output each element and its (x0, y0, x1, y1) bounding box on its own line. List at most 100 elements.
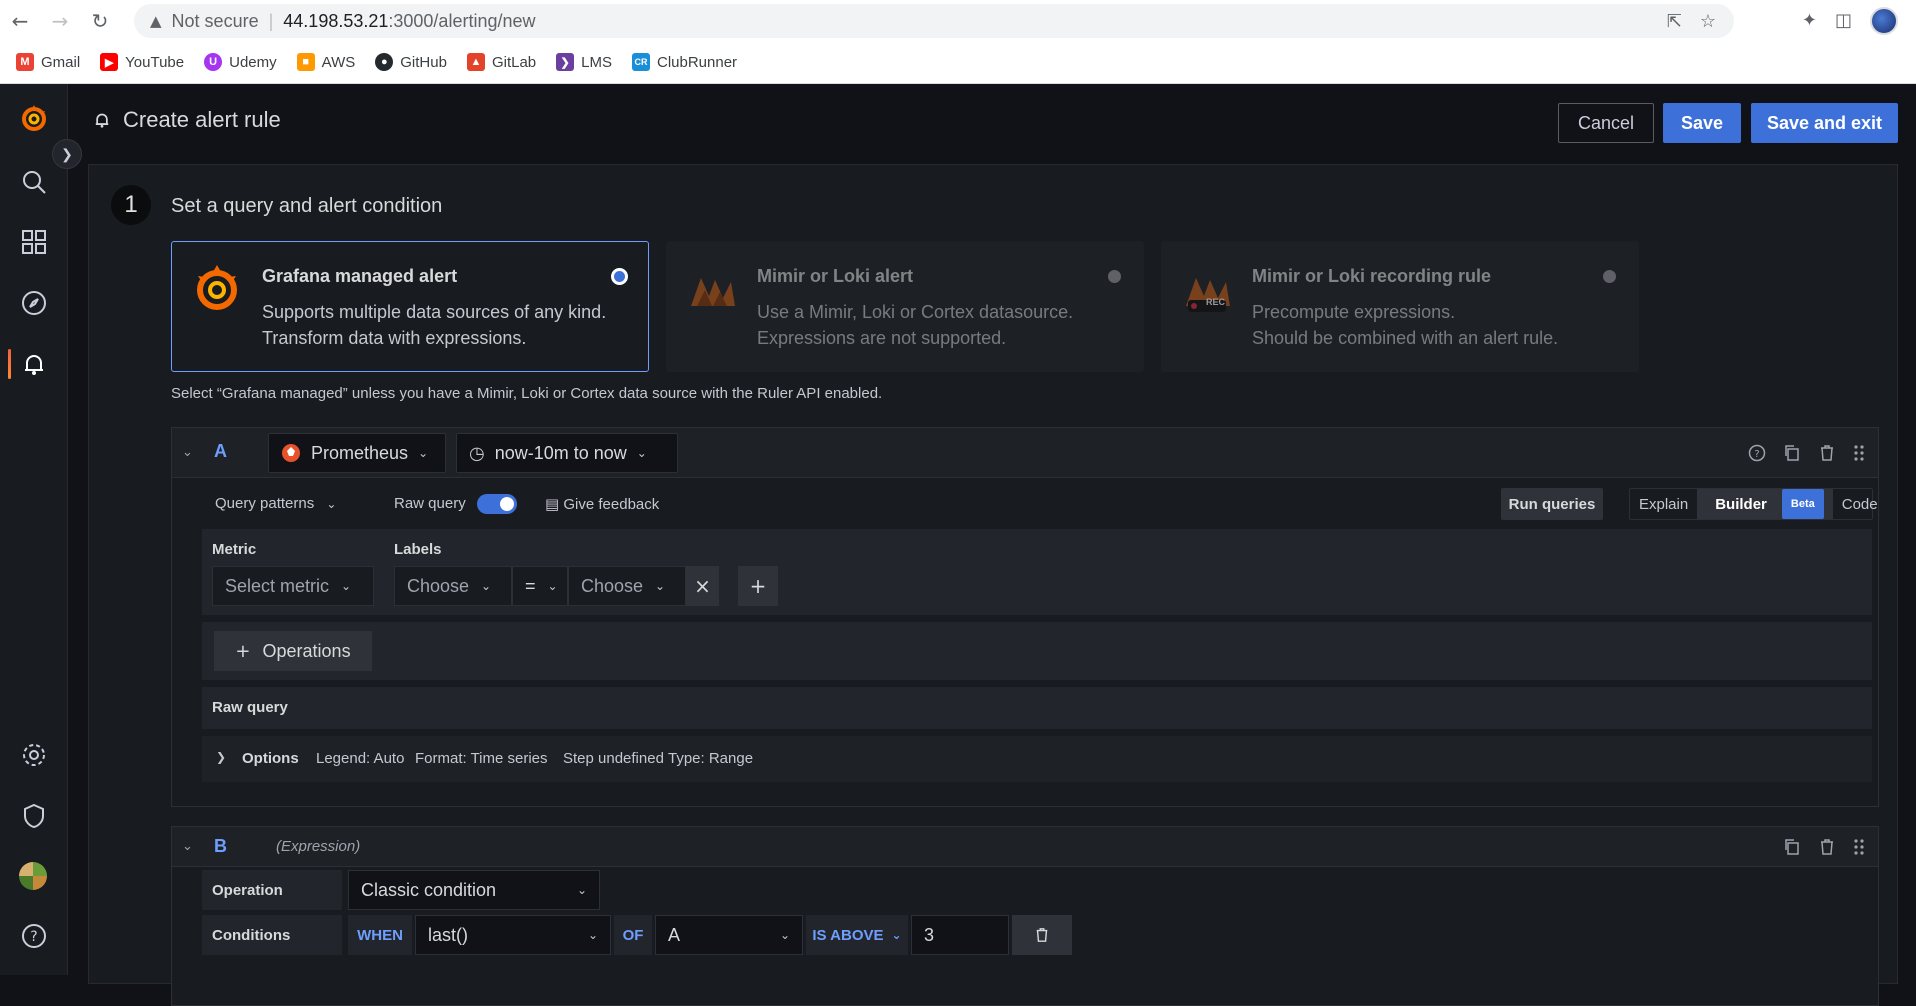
grafana-logo-icon[interactable] (18, 102, 50, 134)
drag-handle-icon[interactable] (1847, 441, 1871, 465)
cancel-button[interactable]: Cancel (1558, 103, 1654, 143)
gmail-icon: M (16, 53, 34, 71)
radio-unselected[interactable] (1106, 268, 1123, 285)
query-patterns-dropdown[interactable]: Query patterns ⌄ (215, 495, 336, 512)
bookmark-aws[interactable]: ■ AWS (296, 53, 355, 71)
label-value-placeholder: Choose (581, 575, 644, 596)
card-desc-line: Supports multiple data sources of any ki… (262, 302, 607, 322)
dashboards-icon[interactable] (18, 226, 50, 258)
expand-menu-chevron-icon[interactable]: ❯ (52, 139, 82, 169)
trash-icon[interactable] (1815, 441, 1839, 465)
bookmark-clubrunner[interactable]: CR ClubRunner (632, 53, 737, 71)
card-description: Supports multiple data sources of any ki… (262, 299, 606, 351)
remove-label-close-icon[interactable]: × (686, 566, 719, 606)
save-and-exit-button[interactable]: Save and exit (1751, 103, 1898, 143)
mimir-logo-icon (691, 278, 735, 306)
builder-mode-tab[interactable]: Builder Beta (1697, 489, 1833, 519)
forward-arrow-icon[interactable]: → (40, 0, 80, 41)
options-row[interactable]: ❯ Options Legend: Auto Format: Time seri… (202, 736, 1872, 782)
explain-toggle[interactable]: Explain (1630, 489, 1697, 519)
label-operator-select[interactable]: = ⌄ (512, 566, 568, 606)
label-name-select[interactable]: Choose ⌄ (394, 566, 512, 606)
metric-labels-panel: Metric Labels Select metric ⌄ Choose ⌄ = ⌄ … (202, 529, 1872, 615)
datasource-hint: Select “Grafana managed” unless you have… (171, 385, 883, 402)
grafana-managed-card[interactable]: Grafana managed alert Supports multiple … (171, 241, 649, 372)
mimir-loki-alert-card[interactable]: Mimir or Loki alert Use a Mimir, Loki or… (666, 241, 1144, 372)
reducer-select[interactable]: last() ⌄ (415, 915, 611, 955)
side-menu: ? (0, 84, 68, 975)
bookmark-github[interactable]: ● GitHub (375, 53, 447, 71)
collapse-chevron-icon[interactable]: ⌄ (182, 445, 193, 460)
bookmark-star-icon[interactable]: ☆ (1700, 11, 1716, 32)
label-value-select[interactable]: Choose ⌄ (568, 566, 686, 606)
share-icon[interactable]: ⇱ (1667, 11, 1682, 32)
radio-selected[interactable] (611, 268, 628, 285)
chevron-right-icon: ❯ (216, 750, 227, 764)
when-keyword: WHEN (348, 915, 412, 955)
operation-select[interactable]: Classic condition ⌄ (348, 870, 600, 910)
gitlab-icon: ▲ (466, 53, 485, 71)
evaluator-select[interactable]: IS ABOVE ⌄ (806, 915, 908, 955)
mimir-loki-recording-rule-card[interactable]: REC Mimir or Loki recording rule Precomp… (1161, 241, 1639, 372)
trash-icon[interactable] (1815, 835, 1839, 859)
chevron-down-icon: ⌄ (418, 446, 429, 460)
chevron-down-icon: ⌄ (481, 579, 492, 593)
youtube-icon: ▶ (100, 53, 119, 71)
back-arrow-icon[interactable]: ← (0, 0, 40, 41)
help-icon[interactable]: ? (1745, 441, 1769, 465)
operation-value: Classic condition (361, 879, 497, 900)
search-icon[interactable] (18, 166, 50, 198)
expression-tag: (Expression) (276, 838, 361, 855)
alerting-bell-icon[interactable] (18, 348, 50, 380)
bookmark-lms[interactable]: ❯ LMS (556, 53, 612, 71)
user-avatar[interactable] (19, 862, 47, 890)
query-ref-select[interactable]: A ⌄ (655, 915, 803, 955)
datasource-picker[interactable]: Prometheus ⌄ (268, 433, 446, 473)
shield-icon[interactable] (18, 800, 50, 832)
chevron-down-icon: ⌄ (636, 446, 647, 460)
datasource-name: Prometheus (311, 442, 409, 463)
delete-condition-trash-icon[interactable] (1012, 915, 1072, 955)
radio-unselected[interactable] (1601, 268, 1618, 285)
duplicate-icon[interactable] (1780, 441, 1804, 465)
bookmark-label: Gmail (41, 53, 81, 71)
side-panel-icon[interactable]: ◫ (1835, 10, 1852, 31)
profile-avatar[interactable] (1870, 6, 1898, 35)
address-bar[interactable]: ▲ Not secure | 44.198.53.21:3000/alertin… (134, 4, 1734, 38)
time-range-picker[interactable]: ◷ now-10m to now ⌄ (456, 433, 678, 473)
chevron-down-icon: ⌄ (576, 883, 587, 897)
settings-gear-icon[interactable] (18, 739, 50, 771)
bookmark-gitlab[interactable]: ▲ GitLab (466, 53, 536, 71)
threshold-input[interactable]: 3 (911, 915, 1009, 955)
give-feedback-link[interactable]: ▤ Give feedback (545, 495, 659, 513)
metric-select[interactable]: Select metric ⌄ (212, 566, 374, 606)
query-id: B (214, 836, 227, 856)
explore-compass-icon[interactable] (18, 287, 50, 319)
bookmark-udemy[interactable]: U Udemy (204, 53, 277, 71)
bookmark-youtube[interactable]: ▶ YouTube (100, 53, 184, 71)
save-button[interactable]: Save (1663, 103, 1741, 143)
plus-icon: + (235, 640, 251, 662)
code-mode-tab[interactable]: Code (1833, 489, 1887, 519)
card-title: Mimir or Loki alert (757, 266, 914, 286)
url-path: :3000/alerting/new (388, 10, 536, 31)
duplicate-icon[interactable] (1780, 835, 1804, 859)
card-desc-line: Should be combined with an alert rule. (1252, 328, 1559, 348)
query-ref-value: A (668, 924, 681, 945)
reload-icon[interactable]: ↻ (80, 0, 120, 41)
help-icon[interactable]: ? (18, 920, 50, 952)
card-title: Grafana managed alert (262, 266, 458, 286)
format-option: Format: Time series (415, 750, 548, 767)
grafana-app: ? ❯ Create alert rule Cancel Save Save a… (0, 84, 1916, 1006)
extensions-icon[interactable]: ✦ (1802, 10, 1817, 31)
drag-handle-icon[interactable] (1847, 835, 1871, 859)
collapse-chevron-icon[interactable]: ⌄ (182, 839, 193, 854)
card-desc-line: Transform data with expressions. (262, 328, 527, 348)
bookmark-gmail[interactable]: M Gmail (16, 53, 80, 71)
run-queries-button[interactable]: Run queries (1501, 488, 1603, 520)
add-label-plus-icon[interactable]: + (738, 566, 778, 606)
rec-badge: REC (1206, 297, 1226, 307)
raw-query-toggle[interactable] (477, 494, 517, 514)
label-name-placeholder: Choose (407, 575, 470, 596)
add-operations-button[interactable]: + Operations (214, 631, 372, 671)
